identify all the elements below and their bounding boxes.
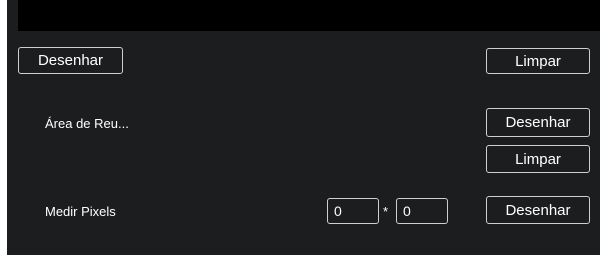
measure-pixels-label: Medir Pixels — [45, 204, 116, 219]
meeting-area-label: Área de Reu... — [45, 116, 129, 131]
draw-button[interactable]: Desenhar — [18, 47, 123, 74]
top-bar — [18, 0, 600, 31]
multiply-symbol: * — [383, 204, 389, 219]
pixel-height-input[interactable] — [396, 198, 448, 224]
pixel-width-input[interactable] — [327, 198, 379, 224]
meeting-area-clear-button[interactable]: Limpar — [486, 145, 590, 173]
clear-button[interactable]: Limpar — [486, 48, 590, 74]
meeting-area-draw-button[interactable]: Desenhar — [486, 108, 590, 137]
measure-draw-button[interactable]: Desenhar — [486, 196, 590, 224]
